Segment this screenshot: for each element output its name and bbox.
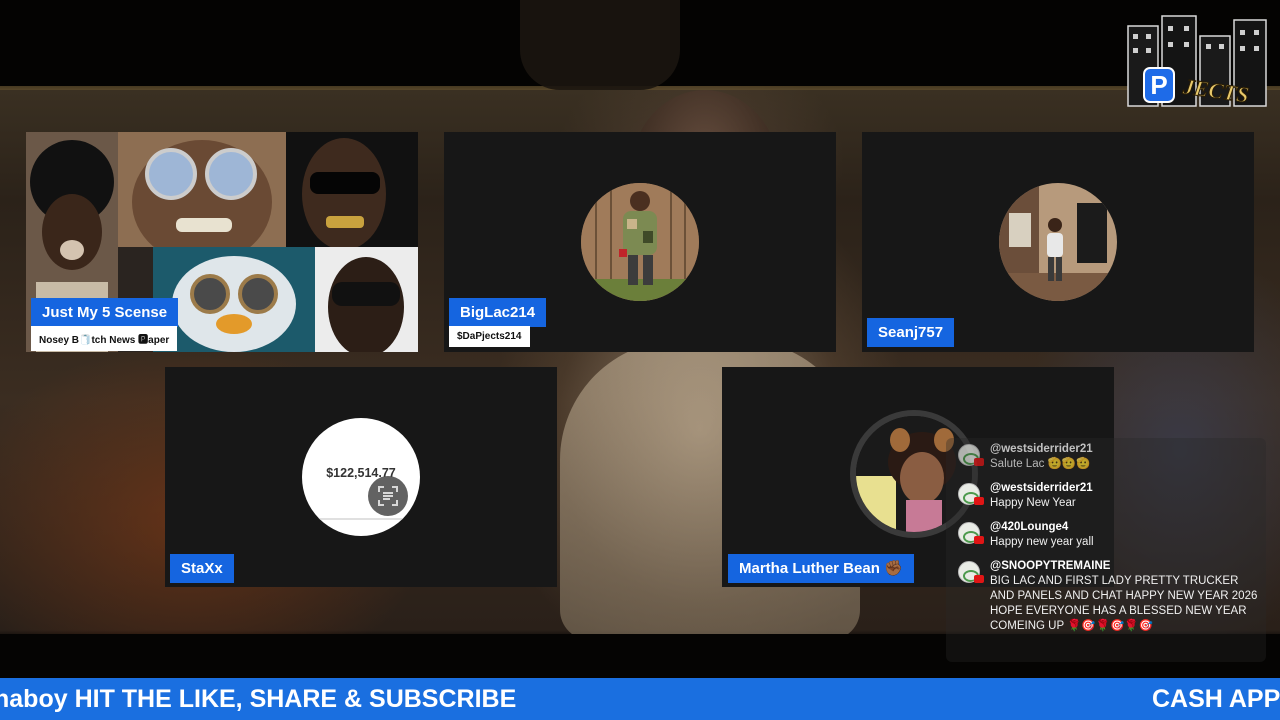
chat-text: Salute Lac 🫡🫡🫡 <box>990 458 1091 470</box>
svg-text:P: P <box>1150 70 1167 100</box>
scan-icon[interactable] <box>368 476 408 516</box>
participant-subtitle: Nosey B🧻tch News 🅿aper <box>31 326 178 351</box>
participant-tile-3[interactable]: Seanj757 <box>862 132 1254 352</box>
participant-avatar <box>581 183 699 301</box>
participant-avatar: $122,514.77 <box>302 418 420 536</box>
chat-message: @SNOOPYTREMAINE BIG LAC AND FIRST LADY P… <box>952 559 1258 634</box>
participant-tile-2[interactable]: BigLac214 $DaPjects214 <box>444 132 836 352</box>
channel-logo: P JECTS <box>1124 14 1270 112</box>
youtube-icon <box>974 497 984 505</box>
participant-subtitle: $DaPjects214 <box>449 326 530 347</box>
chat-author: @westsiderrider21 <box>990 482 1093 494</box>
chat-text: Happy New Year <box>990 497 1076 509</box>
chat-author: @SNOOPYTREMAINE <box>990 560 1111 572</box>
chat-author: @westsiderrider21 <box>990 443 1093 455</box>
participant-tile-1[interactable]: Just My 5 Scense Nosey B🧻tch News 🅿aper <box>26 132 418 352</box>
youtube-icon <box>974 458 984 466</box>
scrolling-ticker: naboy HIT THE LIKE, SHARE & SUBSCRIBE CA… <box>0 678 1280 720</box>
chat-message: @westsiderrider21 Salute Lac 🫡🫡🫡 <box>952 442 1258 472</box>
chat-message: @westsiderrider21 Happy New Year <box>952 481 1258 511</box>
ticker-text: naboy HIT THE LIKE, SHARE & SUBSCRIBE <box>0 685 517 713</box>
live-chat-overlay: @westsiderrider21 Salute Lac 🫡🫡🫡 @westsi… <box>946 438 1266 662</box>
participant-name-tag: Martha Luther Bean ✊🏾 <box>728 554 914 583</box>
ticker-text-cashapp: CASH APP <box>1152 685 1280 713</box>
participant-name-tag: Seanj757 <box>867 318 955 347</box>
chat-text: BIG LAC AND FIRST LADY PRETTY TRUCKER AN… <box>990 575 1258 632</box>
participant-name-tag: Just My 5 Scense <box>31 298 179 327</box>
youtube-icon <box>974 536 984 544</box>
participant-avatar <box>999 183 1117 301</box>
microphone-shape <box>520 0 680 90</box>
participant-name-tag: BigLac214 <box>449 298 547 327</box>
chat-author: @420Lounge4 <box>990 521 1069 533</box>
chat-message: @420Lounge4 Happy new year yall <box>952 520 1258 550</box>
participant-tile-4[interactable]: $122,514.77 StaXx <box>165 367 557 587</box>
participant-name-tag: StaXx <box>170 554 234 583</box>
chat-text: Happy new year yall <box>990 536 1094 548</box>
youtube-icon <box>974 575 984 583</box>
